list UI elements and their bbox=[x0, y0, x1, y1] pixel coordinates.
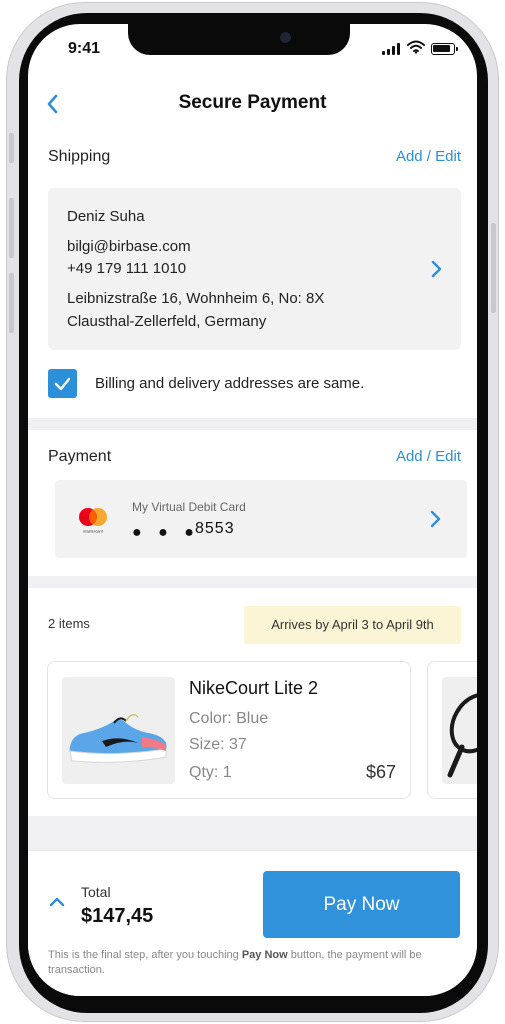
card-masked-dots: ● ● ● bbox=[132, 524, 200, 541]
mastercard-logo-icon: mastercard bbox=[79, 508, 107, 534]
billing-same-label: Billing and delivery addresses are same. bbox=[95, 375, 365, 392]
nav-header: Secure Payment bbox=[28, 84, 477, 124]
product-size: Size: 37 bbox=[189, 736, 247, 753]
product-image bbox=[442, 677, 477, 784]
mastercard-wordmark: mastercard bbox=[83, 529, 103, 534]
section-divider bbox=[28, 816, 477, 850]
product-card[interactable]: NikeCourt Lite 2 Color: Blue Size: 37 Qt… bbox=[47, 661, 411, 799]
recipient-phone: +49 179 111 1010 bbox=[67, 260, 187, 277]
chevron-right-icon bbox=[430, 510, 441, 528]
product-color: Color: Blue bbox=[189, 710, 269, 727]
total-label: Total bbox=[81, 884, 111, 900]
status-bar: 9:41 bbox=[28, 24, 477, 76]
camera-icon bbox=[280, 32, 291, 43]
product-card[interactable] bbox=[427, 661, 477, 799]
address-line-2: Clausthal-Zellerfeld, Germany bbox=[67, 313, 267, 330]
mute-switch bbox=[9, 133, 14, 163]
card-last4: 8553 bbox=[195, 520, 235, 537]
battery-icon bbox=[431, 43, 458, 55]
checkmark-icon bbox=[54, 377, 71, 391]
card-name: My Virtual Debit Card bbox=[132, 500, 246, 514]
section-divider bbox=[28, 418, 477, 430]
chevron-right-icon bbox=[431, 260, 442, 278]
billing-same-checkbox[interactable] bbox=[48, 369, 77, 398]
total-value: $147,45 bbox=[81, 905, 154, 927]
product-price: $67 bbox=[365, 762, 396, 782]
payment-add-edit-link[interactable]: Add / Edit bbox=[396, 448, 461, 465]
app-screen: 9:41 Secure Payment Shipping Add / Edit … bbox=[28, 24, 477, 996]
arrival-badge: Arrives by April 3 to April 9th bbox=[244, 606, 461, 644]
payment-title: Payment bbox=[48, 448, 112, 465]
billing-same-row: Billing and delivery addresses are same. bbox=[48, 369, 461, 399]
pay-now-button[interactable]: Pay Now bbox=[263, 871, 460, 938]
notch bbox=[128, 24, 350, 55]
shoe-icon bbox=[69, 714, 167, 763]
recipient-name: Deniz Suha bbox=[67, 208, 145, 225]
volume-down-button bbox=[9, 273, 14, 333]
checkout-bar: Total $147,45 Pay Now This is the final … bbox=[28, 850, 477, 996]
chevron-up-icon[interactable] bbox=[48, 895, 66, 909]
tennis-racket-icon bbox=[447, 692, 477, 778]
note-prefix: This is the final step, after you touchi… bbox=[48, 949, 239, 961]
note-bold: Pay Now bbox=[241, 949, 288, 961]
power-button bbox=[491, 223, 496, 313]
signal-icon bbox=[382, 43, 400, 55]
product-qty: Qty: 1 bbox=[189, 764, 232, 781]
status-time: 9:41 bbox=[68, 40, 101, 57]
product-image bbox=[62, 677, 175, 784]
page-title: Secure Payment bbox=[178, 92, 327, 113]
checkout-note: This is the final step, after you touchi… bbox=[48, 948, 458, 978]
volume-up-button bbox=[9, 198, 14, 258]
product-name: NikeCourt Lite 2 bbox=[189, 678, 319, 698]
recipient-email: bilgi@birbase.com bbox=[67, 238, 191, 255]
shipping-add-edit-link[interactable]: Add / Edit bbox=[396, 148, 461, 165]
shipping-address-card[interactable]: Deniz Suha bilgi@birbase.com +49 179 111… bbox=[48, 188, 461, 350]
items-count: 2 items bbox=[48, 616, 90, 631]
shipping-title: Shipping bbox=[48, 148, 111, 165]
wifi-icon bbox=[407, 40, 425, 54]
payment-method-card[interactable]: mastercard My Virtual Debit Card ● ● ● 8… bbox=[55, 480, 467, 558]
section-divider bbox=[28, 576, 477, 588]
address-line-1: Leibnizstraße 16, Wohnheim 6, No: 8X bbox=[67, 290, 325, 307]
